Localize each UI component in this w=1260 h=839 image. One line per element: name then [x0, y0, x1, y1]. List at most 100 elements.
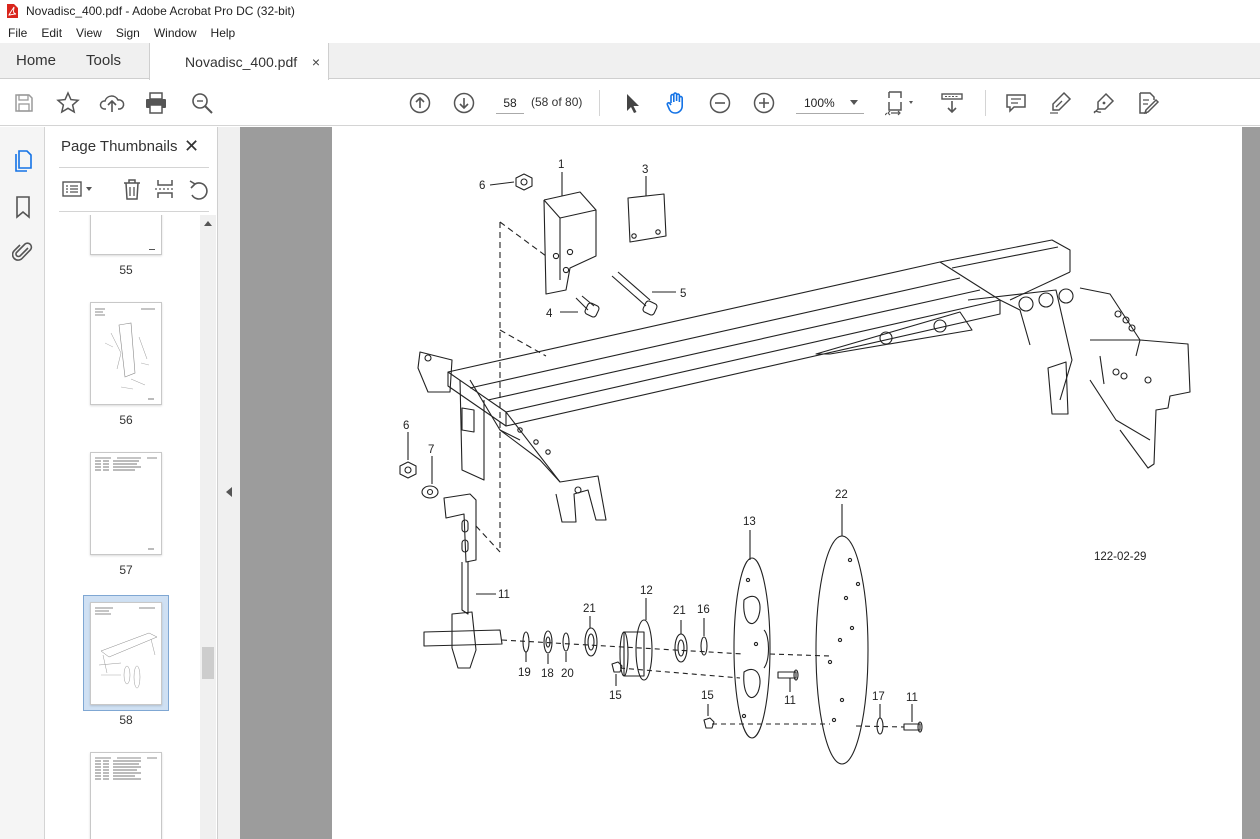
- page-thumbnails-panel: Page Thumbnails ✕ 55 56 57 58: [45, 127, 218, 839]
- previous-page-button[interactable]: [406, 80, 434, 126]
- zoom-level-value: 100%: [804, 96, 835, 110]
- thumbnail-label: 55: [119, 263, 133, 277]
- print-button[interactable]: [142, 80, 170, 126]
- menu-file[interactable]: File: [0, 26, 34, 40]
- comment-button[interactable]: [1002, 80, 1030, 126]
- bookmark-star-button[interactable]: [54, 80, 82, 126]
- tab-document-label: Novadisc_400.pdf: [185, 53, 298, 70]
- bookmarks-button[interactable]: [10, 194, 36, 220]
- page-display-button[interactable]: [882, 80, 922, 126]
- thumbnail-page[interactable]: [90, 452, 162, 555]
- zoom-level-select[interactable]: 100%: [796, 92, 864, 114]
- edit-document-icon: [1139, 92, 1160, 115]
- panel-divider: [59, 211, 209, 212]
- panel-divider: [59, 167, 209, 168]
- thumbnails-icon: [15, 150, 32, 172]
- hand-tool-button[interactable]: [662, 80, 690, 126]
- scroll-up-icon[interactable]: [204, 221, 212, 226]
- scroll-mode-button[interactable]: [938, 80, 966, 126]
- scrollbar-thumb[interactable]: [202, 647, 214, 679]
- fill-sign-button[interactable]: [1090, 80, 1118, 126]
- toolbar-divider: [599, 90, 600, 116]
- extract-pages-button[interactable]: [150, 177, 180, 201]
- edit-pdf-button[interactable]: [1134, 80, 1162, 126]
- paperclip-icon: [12, 242, 33, 261]
- options-list-icon: [62, 181, 92, 197]
- extract-pages-icon: [155, 180, 175, 198]
- thumbnail-text: [95, 757, 157, 780]
- exploded-parts-drawing: 1 3 4 5 6 6 7 11 11 11 12 13 15 15 16 17…: [399, 159, 1191, 765]
- callout-11-mid: 11: [784, 695, 796, 707]
- menu-sign[interactable]: Sign: [109, 26, 147, 40]
- tab-bar: Home Tools Novadisc_400.pdf ×: [0, 43, 1260, 80]
- bookmark-icon: [16, 196, 30, 219]
- callout-21-left: 21: [583, 603, 596, 615]
- menu-help[interactable]: Help: [204, 26, 243, 40]
- save-button[interactable]: [10, 80, 38, 126]
- tab-home[interactable]: Home: [0, 43, 70, 78]
- printer-icon: [146, 92, 166, 114]
- tab-close-icon[interactable]: ×: [312, 54, 320, 70]
- collapse-arrow-icon[interactable]: [226, 487, 232, 497]
- attachments-button[interactable]: [10, 239, 36, 265]
- callout-3: 3: [642, 164, 648, 176]
- page-thumbnails-button[interactable]: [10, 147, 36, 173]
- save-icon: [15, 94, 33, 112]
- thumbnail-page[interactable]: [90, 752, 162, 839]
- arrow-down-circle-icon: [453, 92, 475, 114]
- menu-edit[interactable]: Edit: [34, 26, 69, 40]
- callout-19: 19: [518, 667, 531, 679]
- thumbnail-options-button[interactable]: [59, 177, 99, 201]
- callout-1: 1: [558, 159, 564, 171]
- thumbnail-drawing: [95, 607, 158, 689]
- cursor-arrow-icon: [627, 94, 639, 113]
- callout-21-right: 21: [673, 605, 686, 617]
- thumbnail-page-selected[interactable]: [90, 602, 162, 705]
- page-fit-icon: [885, 91, 913, 116]
- thumbnail-scrollbar[interactable]: [200, 215, 216, 839]
- page-count: (58 of 80): [531, 95, 583, 109]
- thumbnail-page[interactable]: [90, 302, 162, 405]
- callout-13: 13: [743, 516, 756, 528]
- arrow-up-circle-icon: [409, 92, 431, 114]
- thumbnail-label: 57: [119, 563, 133, 577]
- toolbar-divider: [985, 90, 986, 116]
- thumbnail-label: 58: [119, 713, 133, 727]
- trash-icon: [124, 179, 140, 200]
- tab-document[interactable]: Novadisc_400.pdf ×: [149, 43, 330, 80]
- upload-button[interactable]: [98, 80, 126, 126]
- hand-icon: [666, 92, 683, 114]
- pen-sign-icon: [1093, 92, 1115, 114]
- comment-icon: [1006, 94, 1026, 113]
- menu-view[interactable]: View: [69, 26, 109, 40]
- find-button[interactable]: [188, 80, 216, 126]
- panel-close-icon[interactable]: ✕: [184, 136, 199, 157]
- callout-20: 20: [561, 668, 574, 680]
- pdf-page: 1 3 4 5 6 6 7 11 11 11 12 13 15 15 16 17…: [332, 127, 1242, 839]
- next-page-button[interactable]: [450, 80, 478, 126]
- thumbnail-text: [95, 457, 157, 550]
- magnifier-icon: [192, 93, 213, 114]
- document-canvas[interactable]: 1 3 4 5 6 6 7 11 11 11 12 13 15 15 16 17…: [240, 127, 1260, 839]
- panel-title: Page Thumbnails: [61, 138, 178, 155]
- callout-11-right: 11: [906, 692, 918, 704]
- callout-15-lower: 15: [701, 690, 714, 702]
- star-icon: [56, 91, 80, 114]
- chevron-down-icon: [850, 100, 858, 105]
- menu-bar: File Edit View Sign Window Help: [0, 22, 1260, 43]
- panel-collapse-strip[interactable]: [218, 127, 240, 839]
- page-number-input[interactable]: 58: [496, 92, 524, 114]
- rotate-pages-button[interactable]: [183, 177, 213, 201]
- delete-pages-button[interactable]: [117, 177, 147, 201]
- tab-tools[interactable]: Tools: [70, 43, 137, 78]
- menu-window[interactable]: Window: [147, 26, 204, 40]
- callout-7: 7: [428, 444, 434, 456]
- highlight-button[interactable]: [1046, 80, 1074, 126]
- thumbnail-page[interactable]: [90, 215, 162, 255]
- zoom-out-button[interactable]: [706, 80, 734, 126]
- acrobat-app-icon: [7, 4, 18, 18]
- callout-16: 16: [697, 604, 710, 616]
- select-tool-button[interactable]: [618, 80, 646, 126]
- thumbnail-label: 56: [119, 413, 133, 427]
- zoom-in-button[interactable]: [750, 80, 778, 126]
